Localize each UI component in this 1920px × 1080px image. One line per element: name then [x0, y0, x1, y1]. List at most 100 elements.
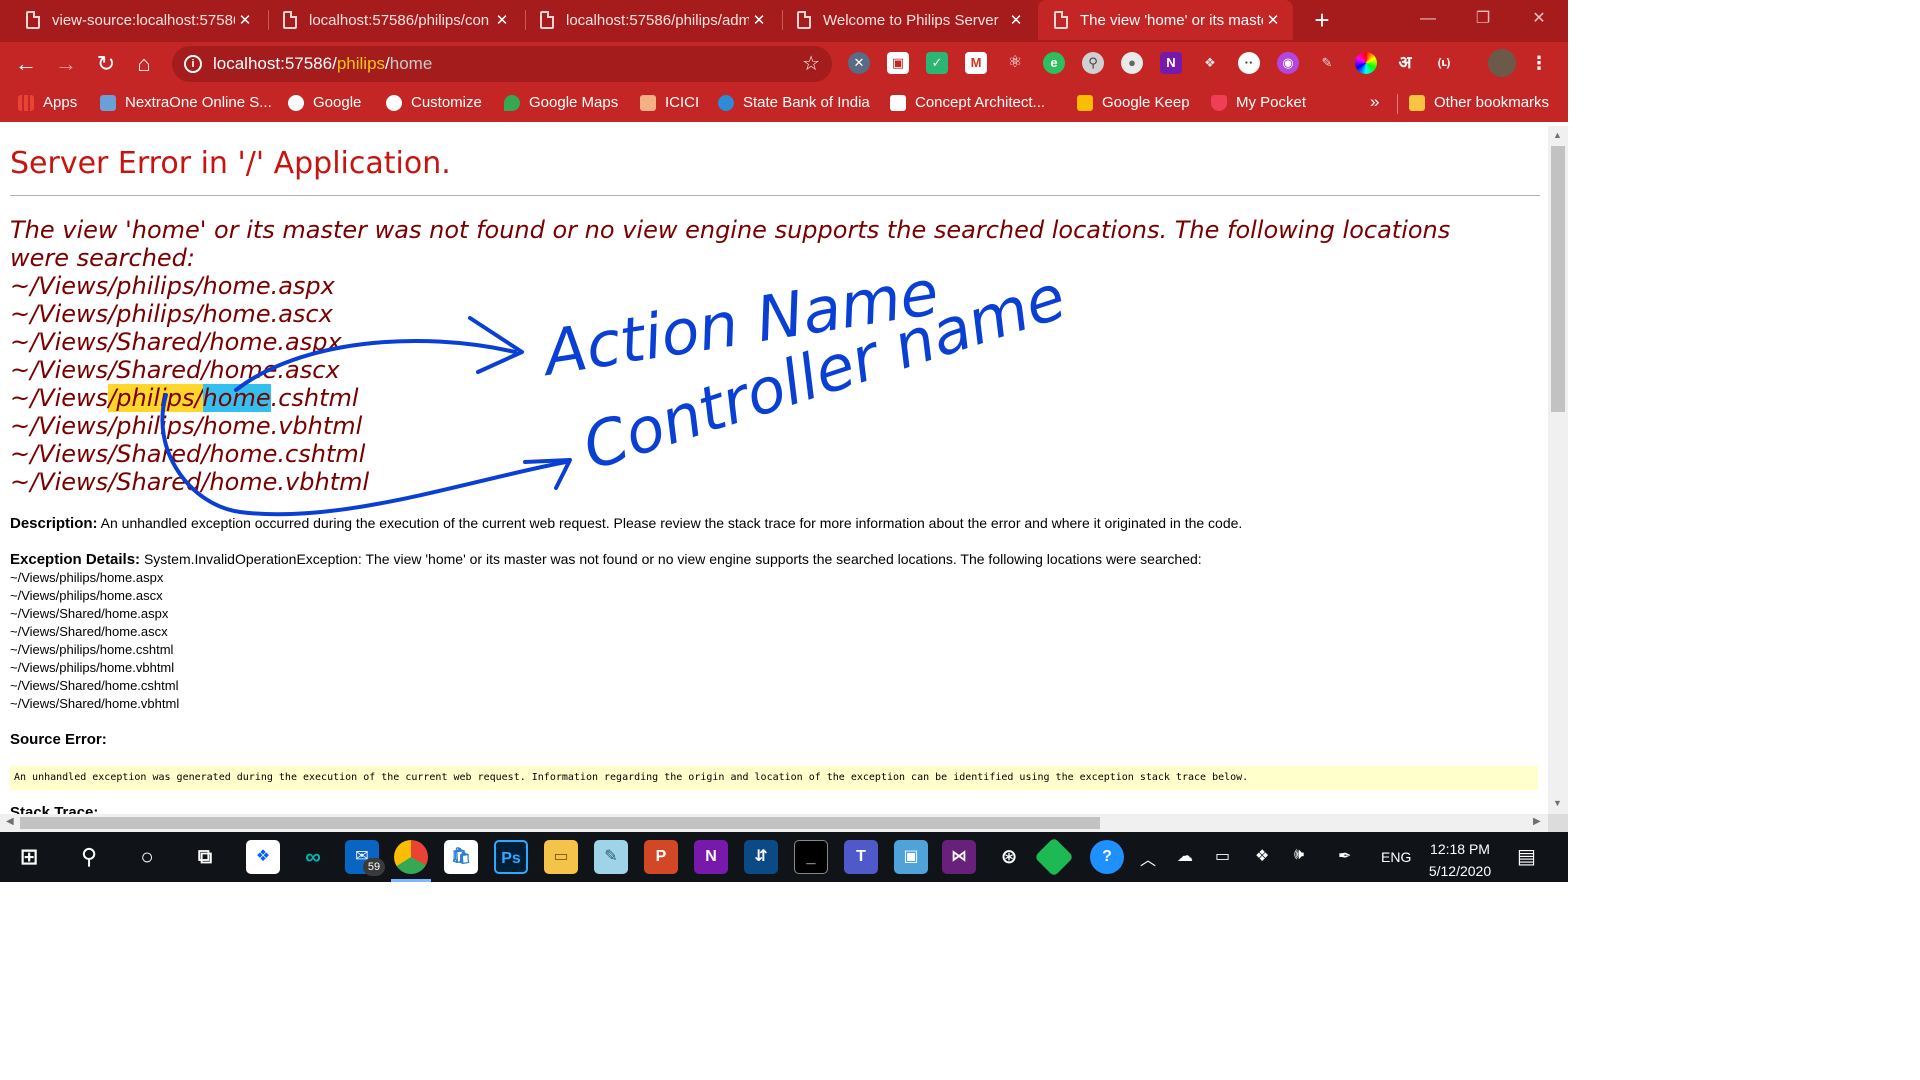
scroll-up-icon[interactable]: ▲: [1553, 130, 1562, 140]
store-icon[interactable]: 🛍: [444, 840, 478, 874]
bookmark-my-pocket[interactable]: My Pocket: [1211, 94, 1306, 111]
dropbox-icon[interactable]: ❖: [1199, 52, 1221, 74]
app-icon[interactable]: [1034, 837, 1074, 877]
extension-icon[interactable]: ✕: [848, 52, 870, 74]
file-explorer-icon[interactable]: ▭: [544, 840, 578, 874]
scroll-down-icon[interactable]: ▼: [1553, 798, 1562, 808]
bookmark-nextraone[interactable]: NextraOne Online S...: [100, 94, 272, 111]
language-indicator[interactable]: ENG: [1381, 849, 1411, 865]
volume-icon[interactable]: 🕪: [1294, 846, 1304, 864]
page-icon: [283, 11, 297, 29]
horizontal-scroll-thumb[interactable]: [20, 817, 1100, 829]
page-viewport[interactable]: Server Error in '/' Application. The vie…: [0, 126, 1548, 814]
searched-location-highlighted: ~/Views/philips/home.cshtml: [10, 384, 359, 412]
evernote-icon[interactable]: e: [1043, 52, 1065, 74]
close-icon[interactable]: ✕: [749, 11, 769, 29]
sbi-icon: [718, 94, 734, 111]
hindi-input-icon[interactable]: अ: [1394, 52, 1416, 74]
vertical-scrollbar[interactable]: ▲ ▼: [1548, 126, 1568, 814]
bookmark-sbi[interactable]: State Bank of India: [718, 94, 870, 111]
tab-view-source[interactable]: view-source:localhost:57586/philips/adm …: [10, 0, 265, 40]
cortana-icon[interactable]: ○: [130, 840, 164, 874]
minimize-icon[interactable]: —: [1405, 6, 1451, 32]
pen-workspace-icon[interactable]: ✒: [1338, 846, 1351, 866]
help-icon[interactable]: ?: [1090, 840, 1124, 874]
extension-icon[interactable]: ◉: [1277, 52, 1299, 74]
pen-icon[interactable]: ✎: [1316, 52, 1338, 74]
arduino-icon[interactable]: ∞: [296, 840, 330, 874]
task-view-icon[interactable]: ⧉: [188, 840, 222, 874]
extension-icon[interactable]: ●: [1121, 52, 1143, 74]
color-picker-icon[interactable]: [1355, 52, 1377, 74]
photoshop-icon[interactable]: Ps: [494, 840, 528, 874]
chrome-icon[interactable]: [394, 840, 428, 874]
terminal-icon[interactable]: _: [794, 840, 828, 874]
battery-icon[interactable]: ▭: [1215, 846, 1230, 866]
bookmark-apps[interactable]: Apps: [18, 94, 77, 111]
vs-code-icon[interactable]: ⇵: [744, 840, 778, 874]
tab-current-error[interactable]: The view 'home' or its master was not fo…: [1038, 0, 1293, 40]
powerpoint-icon[interactable]: P: [644, 840, 678, 874]
extension-icon[interactable]: ⚲: [1082, 52, 1104, 74]
info-icon[interactable]: i: [184, 55, 202, 73]
restore-icon[interactable]: ❐: [1460, 6, 1506, 32]
react-icon[interactable]: ⚛: [1004, 52, 1026, 74]
bookmark-google[interactable]: Google: [288, 94, 361, 111]
onenote-icon[interactable]: N: [1160, 52, 1182, 74]
bookmark-google-maps[interactable]: Google Maps: [504, 94, 618, 111]
tab-philips-con[interactable]: localhost:57586/philips/con ✕: [267, 0, 522, 40]
close-icon[interactable]: ✕: [1263, 11, 1283, 29]
horizontal-scrollbar[interactable]: ◀ ▶: [0, 814, 1548, 832]
reload-icon[interactable]: ↻: [92, 50, 120, 78]
onenote-icon[interactable]: N: [694, 840, 728, 874]
dropbox-icon[interactable]: ❖: [246, 840, 280, 874]
close-icon[interactable]: ✕: [492, 11, 512, 29]
tab-welcome[interactable]: Welcome to Philips Server ✕: [781, 0, 1036, 40]
bookmark-star-icon[interactable]: ☆: [802, 51, 820, 76]
close-window-icon[interactable]: ✕: [1516, 6, 1562, 32]
address-bar[interactable]: i localhost:57586/philips/home ☆: [172, 46, 832, 82]
close-icon[interactable]: ✕: [1006, 11, 1026, 29]
search-icon[interactable]: ⚲: [72, 840, 106, 874]
searched-location: ~/Views/Shared/home.aspx: [10, 328, 342, 356]
system-clock[interactable]: 12:18 PM 5/12/2020: [1418, 838, 1502, 882]
url-text[interactable]: localhost:57586/philips/home: [213, 54, 432, 74]
onedrive-icon[interactable]: ☁: [1177, 846, 1193, 866]
bookmark-customize[interactable]: Customize: [386, 94, 482, 111]
notepad-icon[interactable]: ✎: [594, 840, 628, 874]
bookmark-concept-architect[interactable]: Concept Architect...: [890, 94, 1045, 111]
remote-desktop-icon[interactable]: ▣: [894, 840, 928, 874]
xbox-icon[interactable]: ⊛: [992, 840, 1026, 874]
notifications-icon[interactable]: ▤: [1517, 844, 1536, 869]
forward-icon[interactable]: →: [52, 50, 80, 78]
windows-start-icon[interactable]: ⊞: [12, 840, 46, 874]
visual-studio-icon[interactable]: ⋈: [942, 840, 976, 874]
menu-icon[interactable]: ⋮: [1528, 52, 1550, 74]
scroll-right-icon[interactable]: ▶: [1533, 816, 1541, 827]
bookmark-google-keep[interactable]: Google Keep: [1077, 94, 1190, 111]
other-bookmarks[interactable]: Other bookmarks: [1409, 94, 1549, 111]
extension-icon[interactable]: ▣: [887, 52, 909, 74]
bookmark-icici[interactable]: ICICI: [640, 94, 699, 111]
back-icon[interactable]: ←: [12, 50, 40, 78]
description-label: Description:: [10, 515, 98, 532]
home-icon[interactable]: ⌂: [130, 50, 158, 78]
tray-chevron-icon[interactable]: ︿: [1140, 846, 1156, 870]
profile-avatar[interactable]: [1488, 49, 1516, 77]
teams-icon[interactable]: T: [844, 840, 878, 874]
bookmark-label: Google: [313, 94, 362, 111]
extension-icon[interactable]: ✓: [926, 52, 948, 74]
vertical-scroll-thumb[interactable]: [1551, 146, 1565, 412]
more-bookmarks-chevron-icon[interactable]: »: [1370, 92, 1379, 112]
dropbox-tray-icon[interactable]: ❖: [1255, 846, 1269, 866]
scroll-left-icon[interactable]: ◀: [6, 816, 14, 827]
extension-icon[interactable]: (ւ): [1433, 52, 1455, 74]
new-tab-button[interactable]: +: [1307, 5, 1337, 35]
google-icon: [288, 94, 304, 111]
tab-philips-adm[interactable]: localhost:57586/philips/adm ✕: [524, 0, 779, 40]
close-icon[interactable]: ✕: [235, 11, 255, 29]
extension-icon[interactable]: ··: [1238, 52, 1260, 74]
folder-icon: [1409, 94, 1425, 111]
gmail-icon[interactable]: M: [965, 52, 987, 74]
searched-location: ~/Views/Shared/home.cshtml: [10, 440, 366, 468]
